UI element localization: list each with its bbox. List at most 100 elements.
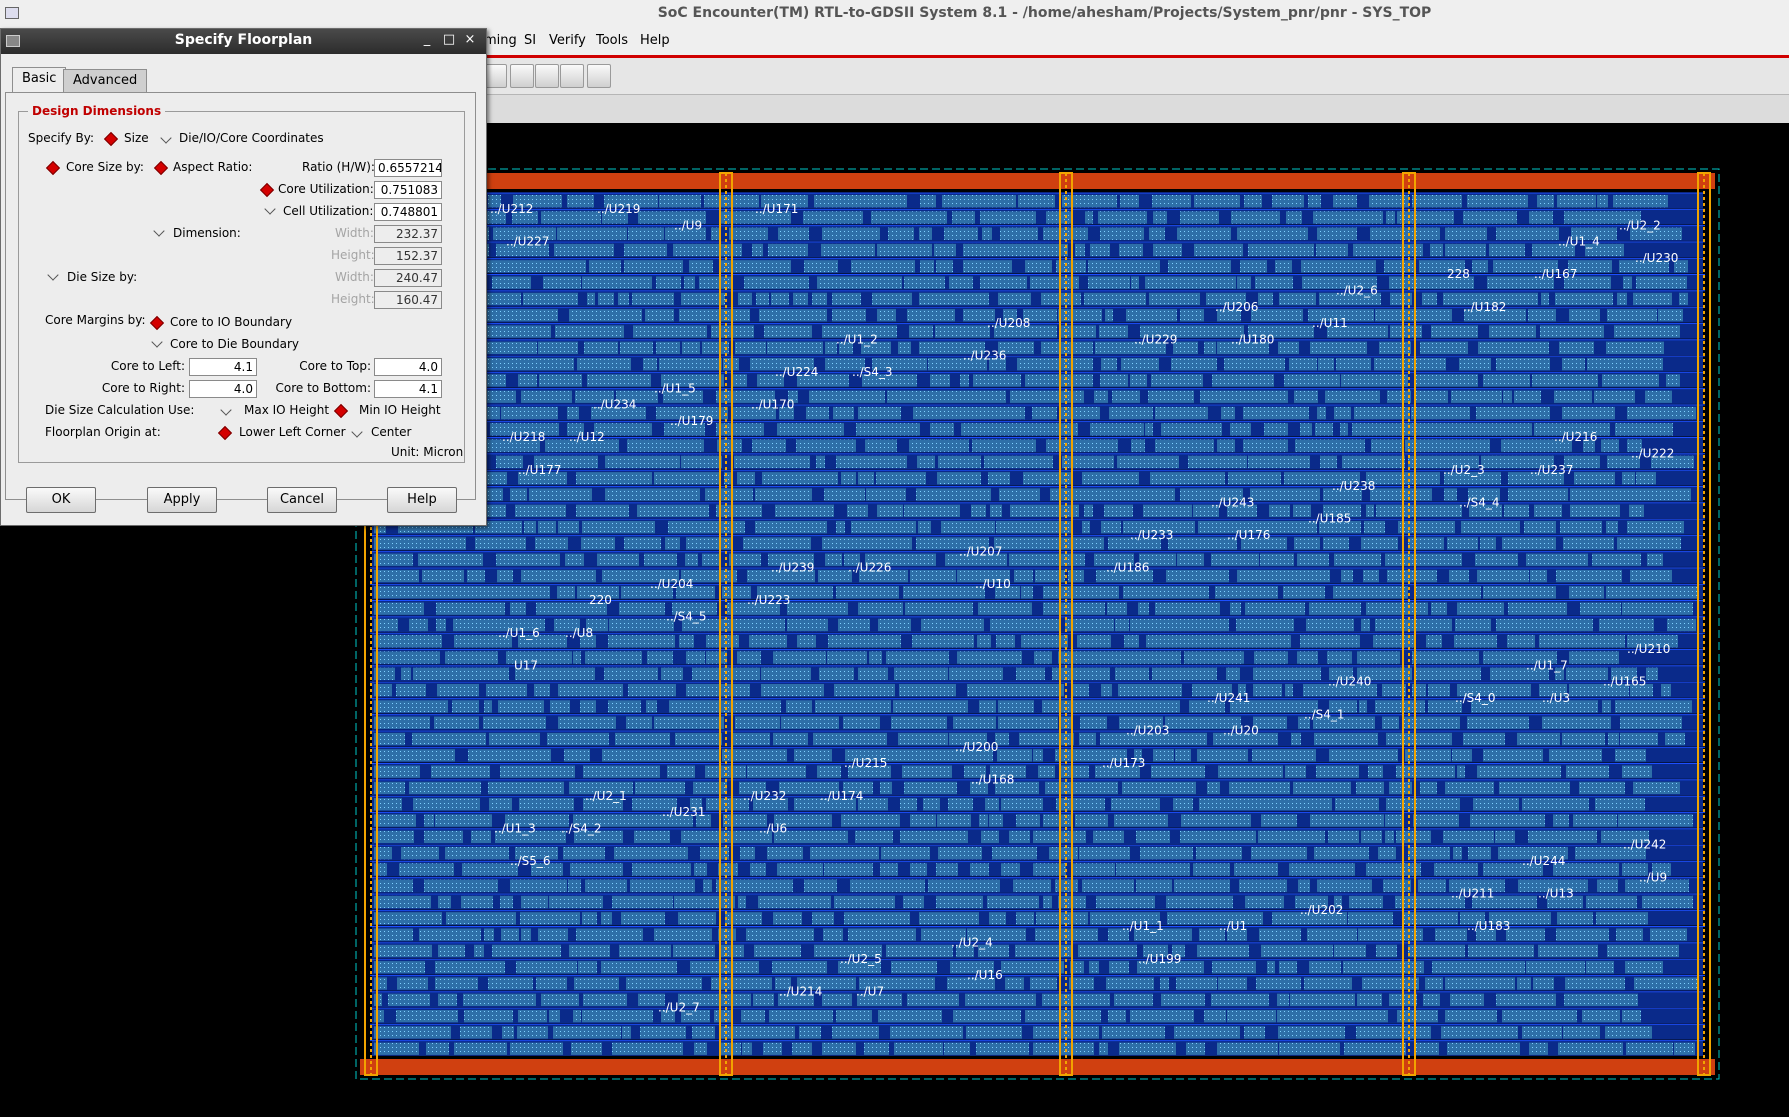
std-cell: [1564, 211, 1583, 224]
toolbar-grid-icon[interactable]: [535, 64, 559, 88]
size-label: Size: [124, 131, 149, 145]
std-cell: [1294, 537, 1320, 550]
apply-button[interactable]: Apply: [147, 487, 217, 513]
dialog-title-bar[interactable]: Specify Floorplan _ □ ×: [1, 29, 486, 54]
menu-help[interactable]: Help: [640, 33, 670, 48]
size-radio[interactable]: [105, 133, 117, 145]
min-io-radio[interactable]: [335, 405, 347, 417]
std-cell: [578, 961, 597, 974]
toolbar-ruler-icon[interactable]: [560, 64, 584, 88]
std-cell: [374, 814, 416, 827]
std-cell: [1294, 390, 1318, 403]
core-utilization-radio[interactable]: [261, 184, 273, 196]
std-cell: [1541, 292, 1549, 306]
std-cell: [1519, 765, 1561, 778]
std-cell: [529, 488, 592, 501]
std-cell: [384, 749, 455, 762]
std-cell: [851, 521, 916, 534]
std-cell: [1237, 569, 1286, 583]
std-cell: [1420, 781, 1437, 795]
dimension-radio[interactable]: [153, 228, 165, 240]
std-cell: [1297, 651, 1318, 664]
core-top-field[interactable]: 4.0: [374, 358, 442, 376]
die-width-field[interactable]: 240.47: [374, 269, 442, 287]
std-cell: [916, 488, 991, 501]
std-cell: [479, 667, 509, 680]
std-cell: [1184, 651, 1244, 664]
core-utilization-field[interactable]: 0.751083: [374, 181, 442, 199]
core-to-die-radio[interactable]: [151, 339, 163, 351]
std-cell: [810, 847, 879, 860]
std-cell: [1633, 781, 1664, 795]
std-cell: [1251, 847, 1263, 860]
std-cell: [1606, 586, 1642, 599]
cell-instance-label: ../U16: [967, 968, 1003, 982]
cell-utilization-radio[interactable]: [264, 206, 276, 218]
std-cell: [1517, 309, 1526, 322]
cell-utilization-field[interactable]: 0.748801: [374, 203, 442, 221]
tab-basic[interactable]: Basic: [12, 67, 67, 93]
dimension-height-field[interactable]: 152.37: [374, 247, 442, 265]
dimension-width-field[interactable]: 232.37: [374, 225, 442, 243]
menu-timing[interactable]: ming: [484, 33, 517, 48]
toolbar-settings-icon[interactable]: [587, 64, 611, 88]
std-cell: [1408, 944, 1465, 958]
std-cell: [1136, 879, 1172, 892]
std-cell: [937, 814, 971, 827]
core-left-field[interactable]: 4.1: [189, 358, 257, 376]
die-height-field[interactable]: 160.47: [374, 291, 442, 309]
menu-si[interactable]: SI: [524, 33, 536, 48]
std-cell: [1071, 358, 1093, 371]
core-bottom-field[interactable]: 4.1: [374, 380, 442, 398]
std-cell: [1152, 667, 1217, 680]
std-cell: [1334, 944, 1366, 958]
core-size-by-radio[interactable]: [47, 162, 59, 174]
std-cell: [1001, 961, 1064, 974]
std-cell: [1618, 814, 1693, 827]
core-to-io-radio[interactable]: [151, 317, 163, 329]
toolbar-open-icon[interactable]: [510, 64, 534, 88]
std-cell: [1613, 195, 1668, 208]
cell-instance-label: ../U1_5: [654, 381, 696, 395]
menu-verify[interactable]: Verify: [549, 33, 586, 48]
std-cell: [612, 1042, 683, 1055]
std-cell: [1100, 374, 1128, 387]
std-cell: [706, 635, 739, 648]
core-right-field[interactable]: 4.0: [189, 380, 257, 398]
cell-instance-label: ../U236: [963, 349, 1006, 363]
max-io-radio[interactable]: [220, 407, 232, 419]
die-size-by-radio[interactable]: [47, 272, 59, 284]
maximize-button[interactable]: □: [441, 32, 457, 47]
aspect-ratio-radio[interactable]: [155, 162, 167, 174]
std-cell: [1278, 341, 1299, 354]
std-cell: [1463, 211, 1517, 224]
std-cell: [1153, 243, 1182, 257]
std-cell: [1197, 944, 1249, 958]
ok-button[interactable]: OK: [26, 487, 96, 513]
std-cell: [553, 1026, 621, 1039]
coordinates-radio[interactable]: [160, 135, 172, 147]
std-cell: [475, 537, 526, 550]
std-cell: [557, 227, 576, 240]
std-cell: [1392, 309, 1452, 322]
lower-left-radio[interactable]: [219, 427, 231, 439]
std-cell: [689, 260, 713, 273]
std-cell: [1483, 374, 1530, 387]
close-button[interactable]: ×: [462, 32, 478, 47]
std-cell: [1044, 635, 1068, 648]
help-button[interactable]: Help: [387, 487, 457, 513]
std-cell: [949, 667, 1003, 680]
std-cell: [1463, 732, 1505, 746]
menu-tools[interactable]: Tools: [596, 33, 628, 48]
ratio-field[interactable]: 0.65572147: [374, 159, 442, 177]
center-radio[interactable]: [351, 429, 363, 441]
std-cell: [1310, 814, 1384, 827]
cancel-button[interactable]: Cancel: [267, 487, 337, 513]
std-cell: [576, 472, 625, 485]
tab-advanced[interactable]: Advanced: [63, 69, 148, 93]
std-cell: [626, 977, 702, 990]
minimize-button[interactable]: _: [419, 32, 435, 47]
std-cell: [1090, 423, 1144, 436]
std-cell: [1211, 569, 1229, 583]
std-cell: [989, 912, 1006, 925]
